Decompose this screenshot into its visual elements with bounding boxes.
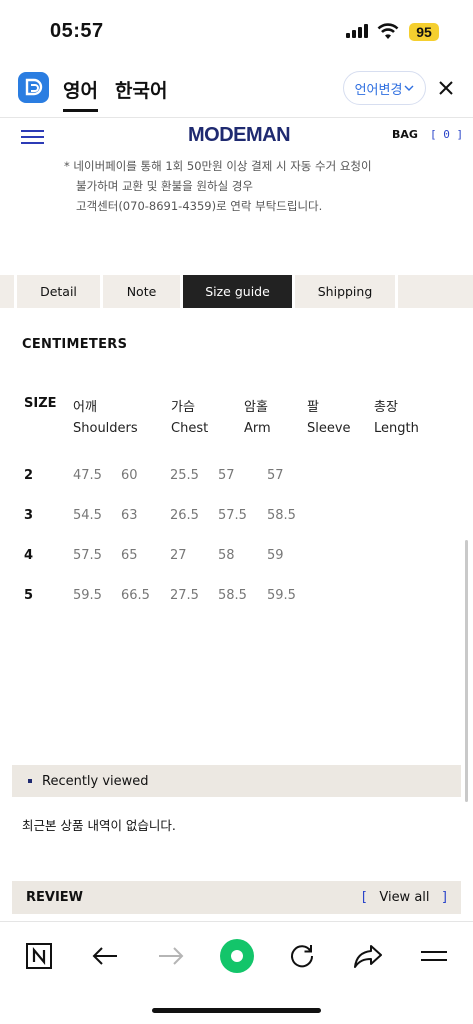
bag-count[interactable]: [ 0 ] (430, 128, 463, 141)
column-header-ko: 가슴 (171, 400, 195, 415)
tab-spacer (398, 275, 473, 308)
size-cell: 4 (24, 548, 34, 563)
scrollbar[interactable] (465, 540, 468, 802)
brand-logo[interactable]: MODEMAN (188, 124, 291, 147)
measurement-cell: 54.5 (73, 508, 102, 523)
product-tabs: Detail Note Size guide Shipping (0, 275, 473, 308)
naver-n-icon[interactable] (21, 938, 57, 974)
measurement-cell: 59.5 (73, 588, 102, 603)
recently-viewed-empty: 최근본 상품 내역이 없습니다. (22, 818, 176, 833)
tab-size-guide[interactable]: Size guide (183, 275, 295, 308)
measurement-cell: 59 (267, 548, 284, 563)
cellular-signal-icon (346, 24, 368, 38)
view-all-label: View all (379, 890, 430, 905)
measurement-cell: 66.5 (121, 588, 150, 603)
back-arrow-icon[interactable] (87, 938, 123, 974)
column-header-ko: 암홀 (244, 400, 268, 415)
translate-logo-icon (18, 72, 49, 103)
tab-english[interactable]: 영어 (63, 76, 98, 112)
column-header-en: Arm (244, 421, 271, 436)
unit-heading: CENTIMETERS (22, 337, 128, 352)
measurement-cell: 58.5 (267, 508, 296, 523)
measurement-cell: 58.5 (218, 588, 247, 603)
bracket-close: ] (441, 890, 447, 905)
tab-shipping[interactable]: Shipping (295, 275, 398, 308)
size-cell: 2 (24, 468, 34, 483)
change-language-button[interactable]: 언어변경 (343, 71, 426, 105)
bag-link[interactable]: BAG (392, 128, 418, 141)
wifi-icon (377, 23, 399, 39)
measurement-cell: 59.5 (267, 588, 296, 603)
chevron-down-icon (404, 85, 414, 91)
measurement-cell: 47.5 (73, 468, 102, 483)
recently-viewed-title: Recently viewed (42, 773, 149, 789)
measurement-cell: 57 (267, 468, 284, 483)
menu-icon[interactable] (416, 938, 452, 974)
site-menu-icon[interactable] (21, 130, 44, 148)
column-header-ko: 어깨 (73, 400, 97, 415)
measurement-cell: 63 (121, 508, 138, 523)
measurement-cell: 65 (121, 548, 138, 563)
size-cell: 5 (24, 588, 34, 603)
column-header-en: Shoulders (73, 421, 138, 436)
tab-note[interactable]: Note (103, 275, 183, 308)
size-cell: 3 (24, 508, 34, 523)
measurement-cell: 25.5 (170, 468, 199, 483)
notice-line: 불가하며 교환 및 환불을 원하실 경우 (76, 179, 253, 193)
measurement-cell: 27 (170, 548, 187, 563)
tab-spacer (0, 275, 17, 308)
share-icon[interactable] (350, 938, 386, 974)
measurement-cell: 27.5 (170, 588, 199, 603)
home-indicator[interactable] (152, 1008, 321, 1013)
column-header-en: Length (374, 421, 419, 436)
bracket-open: [ (361, 890, 367, 905)
column-header-ko: 팔 (307, 400, 319, 415)
bullet-icon (28, 779, 32, 783)
close-icon[interactable] (439, 81, 453, 95)
measurement-cell: 58 (218, 548, 235, 563)
translate-bar: 영어 한국어 언어변경 (0, 62, 473, 118)
status-bar: 05:57 95 (0, 0, 473, 60)
tab-detail[interactable]: Detail (17, 275, 103, 308)
view-all-link[interactable]: [ View all ] (362, 890, 447, 905)
column-header-en: Sleeve (307, 421, 351, 436)
refresh-icon[interactable] (284, 938, 320, 974)
status-time: 05:57 (50, 20, 104, 42)
green-dot-icon[interactable] (219, 938, 255, 974)
review-header: REVIEW [ View all ] (12, 881, 461, 914)
battery-icon: 95 (409, 23, 439, 41)
review-title: REVIEW (26, 890, 84, 905)
tab-korean[interactable]: 한국어 (115, 76, 167, 103)
measurement-cell: 57.5 (218, 508, 247, 523)
measurement-cell: 26.5 (170, 508, 199, 523)
payment-notice: * 네이버페이를 통해 1회 50만원 이상 결제 시 자동 수거 요청이 불가… (64, 156, 372, 216)
measurement-cell: 57 (218, 468, 235, 483)
size-column-header: SIZE (24, 396, 57, 411)
measurement-cell: 57.5 (73, 548, 102, 563)
column-header-ko: 총장 (374, 400, 398, 415)
recently-viewed-header[interactable]: Recently viewed (12, 765, 461, 797)
column-header-en: Chest (171, 421, 209, 436)
change-language-label: 언어변경 (354, 82, 403, 98)
forward-arrow-icon[interactable] (153, 938, 189, 974)
notice-line: 고객센터(070-8691-4359)로 연락 부탁드립니다. (76, 199, 323, 213)
notice-line: * 네이버페이를 통해 1회 50만원 이상 결제 시 자동 수거 요청이 (64, 159, 372, 173)
measurement-cell: 60 (121, 468, 138, 483)
